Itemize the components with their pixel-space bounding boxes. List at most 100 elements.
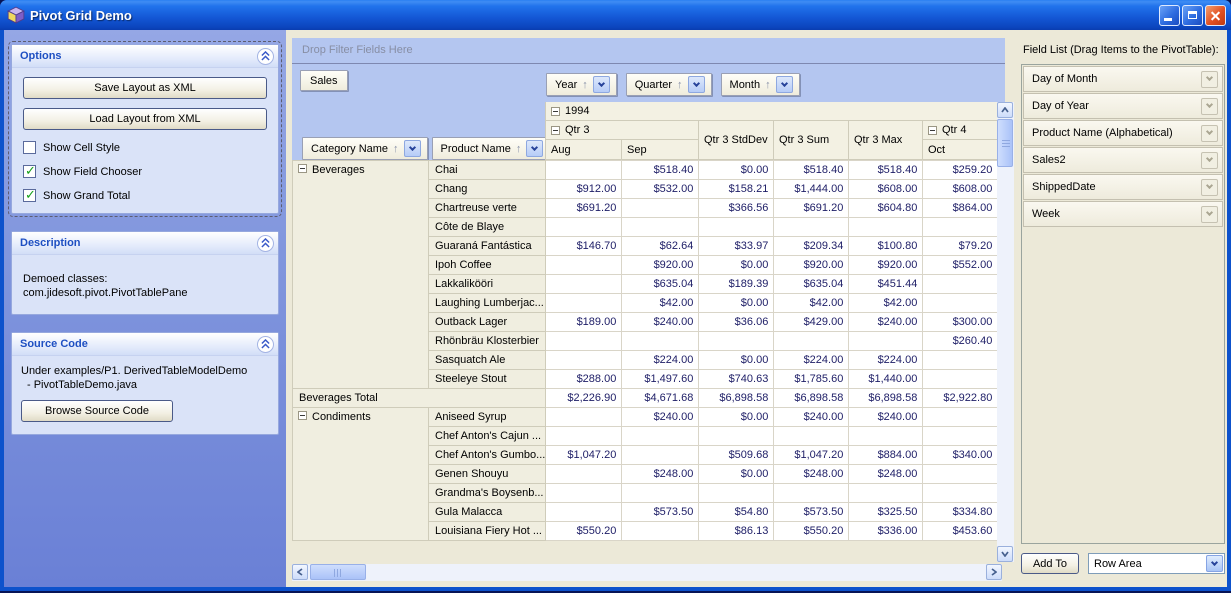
value-cell[interactable]: $189.00 <box>545 312 623 332</box>
value-cell[interactable]: $518.40 <box>773 160 850 180</box>
value-cell[interactable]: $920.00 <box>621 255 700 275</box>
product-cell[interactable]: Outback Lager <box>427 312 547 332</box>
product-cell[interactable]: Sasquatch Ale <box>427 350 547 370</box>
product-cell[interactable]: Grandma's Boysenb... <box>427 483 547 503</box>
value-cell[interactable]: $518.40 <box>848 160 924 180</box>
field-list-item-day-of-month[interactable]: Day of Month <box>1023 66 1223 92</box>
product-cell[interactable]: Lakkalikööri <box>427 274 547 294</box>
value-cell[interactable]: $33.97 <box>698 236 775 256</box>
value-cell[interactable] <box>922 293 999 313</box>
maximize-button[interactable] <box>1182 4 1203 26</box>
value-cell[interactable] <box>773 217 850 237</box>
vertical-scrollbar[interactable] <box>997 102 1014 562</box>
pivot-field-year[interactable]: Year ↑ <box>546 73 617 96</box>
value-cell[interactable] <box>621 426 700 446</box>
value-cell[interactable] <box>545 217 623 237</box>
value-cell[interactable]: $259.20 <box>922 160 999 180</box>
value-cell[interactable]: $325.50 <box>848 502 924 522</box>
value-cell[interactable]: $366.56 <box>698 198 775 218</box>
value-cell[interactable] <box>545 483 623 503</box>
product-cell[interactable]: Louisiana Fiery Hot ... <box>427 521 547 541</box>
value-cell[interactable] <box>922 350 999 370</box>
vertical-scroll-thumb[interactable] <box>997 119 1013 167</box>
value-cell[interactable]: $0.00 <box>698 293 775 313</box>
value-cell[interactable]: $518.40 <box>621 160 700 180</box>
collapse-icon[interactable] <box>298 411 307 420</box>
value-cell[interactable]: $0.00 <box>698 464 775 484</box>
value-cell[interactable]: $451.44 <box>848 274 924 294</box>
value-cell[interactable] <box>621 521 700 541</box>
category-cell-condiments[interactable]: Condiments <box>292 407 429 541</box>
value-cell[interactable] <box>621 445 700 465</box>
value-cell[interactable]: $240.00 <box>621 407 700 427</box>
product-cell[interactable]: Rhönbräu Klosterbier <box>427 331 547 351</box>
value-cell[interactable] <box>621 198 700 218</box>
field-list-item-sales2[interactable]: Sales2 <box>1023 147 1223 173</box>
show-cell-style-checkbox[interactable] <box>23 141 36 154</box>
value-cell[interactable]: $42.00 <box>773 293 850 313</box>
options-panel-header[interactable]: Options <box>12 45 278 68</box>
value-cell[interactable] <box>545 407 623 427</box>
titlebar[interactable]: Pivot Grid Demo <box>0 0 1231 30</box>
value-cell[interactable]: $248.00 <box>848 464 924 484</box>
column-header-aug[interactable]: Aug <box>546 140 622 160</box>
save-layout-button[interactable]: Save Layout as XML <box>23 77 267 99</box>
field-list-item-day-of-year[interactable]: Day of Year <box>1023 93 1223 119</box>
value-cell[interactable] <box>773 483 850 503</box>
value-cell[interactable]: $1,047.20 <box>773 445 850 465</box>
column-header-qtr-4[interactable]: Qtr 4 <box>923 121 998 140</box>
value-cell[interactable] <box>698 331 775 351</box>
value-cell[interactable]: $62.64 <box>621 236 700 256</box>
source-code-panel-header[interactable]: Source Code <box>12 333 278 356</box>
collapse-icon[interactable] <box>551 125 560 135</box>
value-cell[interactable] <box>848 426 924 446</box>
scroll-down-button[interactable] <box>997 546 1013 562</box>
value-cell[interactable]: $300.00 <box>922 312 999 332</box>
scroll-up-button[interactable] <box>997 102 1013 118</box>
value-cell[interactable]: $336.00 <box>848 521 924 541</box>
value-cell[interactable]: $288.00 <box>545 369 623 389</box>
collapse-icon[interactable] <box>298 164 307 173</box>
field-dropdown-button[interactable] <box>592 76 610 93</box>
value-cell[interactable] <box>545 350 623 370</box>
description-panel-header[interactable]: Description <box>12 232 278 255</box>
value-cell[interactable] <box>698 426 775 446</box>
value-cell[interactable]: $1,440.00 <box>848 369 924 389</box>
value-cell[interactable]: $573.50 <box>621 502 700 522</box>
value-cell[interactable]: $6,898.58 <box>698 388 775 408</box>
value-cell[interactable] <box>545 160 623 180</box>
product-cell[interactable]: Côte de Blaye <box>427 217 547 237</box>
field-dropdown-button[interactable] <box>403 140 421 157</box>
value-cell[interactable]: $912.00 <box>545 179 623 199</box>
value-cell[interactable]: $260.40 <box>922 331 999 351</box>
value-cell[interactable]: $0.00 <box>698 407 775 427</box>
product-cell[interactable]: Steeleye Stout <box>427 369 547 389</box>
horizontal-scrollbar[interactable] <box>292 564 1002 581</box>
value-cell[interactable] <box>698 217 775 237</box>
value-cell[interactable]: $340.00 <box>922 445 999 465</box>
field-list-item-week[interactable]: Week <box>1023 201 1223 227</box>
value-cell[interactable] <box>773 331 850 351</box>
value-cell[interactable] <box>621 217 700 237</box>
show-grand-total-checkbox[interactable] <box>23 187 36 203</box>
value-cell[interactable] <box>621 331 700 351</box>
value-cell[interactable]: $86.13 <box>698 521 775 541</box>
field-dropdown-button[interactable] <box>775 76 793 93</box>
value-cell[interactable]: $509.68 <box>698 445 775 465</box>
combobox-dropdown-button[interactable] <box>1206 555 1223 572</box>
value-cell[interactable]: $42.00 <box>848 293 924 313</box>
value-cell[interactable]: $224.00 <box>621 350 700 370</box>
value-cell[interactable]: $550.20 <box>545 521 623 541</box>
filter-drop-zone[interactable]: Drop Filter Fields Here <box>292 38 1005 64</box>
value-cell[interactable]: $429.00 <box>773 312 850 332</box>
column-header-qtr-3-max[interactable]: Qtr 3 Max <box>849 121 923 160</box>
horizontal-scroll-thumb[interactable] <box>310 564 366 580</box>
value-cell[interactable]: $1,047.20 <box>545 445 623 465</box>
value-cell[interactable] <box>922 274 999 294</box>
scroll-left-button[interactable] <box>292 564 308 580</box>
value-cell[interactable] <box>848 331 924 351</box>
collapse-panel-button[interactable] <box>257 47 274 65</box>
column-header-1994[interactable]: 1994 <box>546 102 998 121</box>
value-cell[interactable] <box>545 274 623 294</box>
product-cell[interactable]: Chang <box>427 179 547 199</box>
